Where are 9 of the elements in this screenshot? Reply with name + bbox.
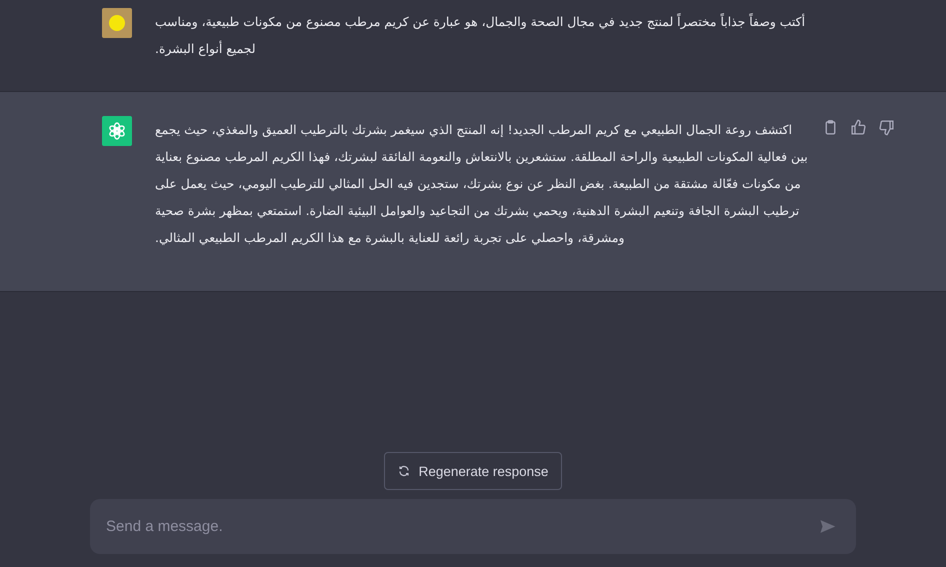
thumbs-down-icon[interactable]	[878, 119, 895, 136]
refresh-icon	[398, 465, 410, 477]
message-text: أكتب وصفاً جذاباً مختصراً لمنتج جديد في مجال الصحة والجمال، هو عبارة عن كريم مرطب مصنوع من مكونات طبيعية، ومناسب لجميع أنواع البشرة.	[155, 12, 806, 58]
message-field[interactable]: Send a message.	[90, 499, 856, 554]
thumbs-up-icon[interactable]	[850, 119, 867, 136]
user-avatar	[102, 8, 132, 38]
message-text: اكتشف روعة الجمال الطبيعي مع كريم المرطب الجديد! إنه المنتج الذي سيغمر بشرتك بالترطيب العميق والمغذي، حيث يجمع بين فعالية المكونات الطبيعية والراحة المطلقة. ستشعرين بالانتعاش والنعومة الفائقة لبشرتك، فهذا الكريم المرطب مصنوع بعناية من مكونات فعّالة مشتقة من الطبيعة. بغض النظر عن نوع بشرتك، ستجدين فيه الحل المثالي للترطيب اليومي، حيث يعمل على ترطيب البشرة الجافة وتنعيم البشرة الدهنية، ويحمي بشرتك من التجاعيد والعوامل البيئية الضارة. استمتعي بمظهر بشرة صحية ومشرقة، واحصلي على تجربة رائعة للعناية بالبشرة مع هذا الكريم المرطب الطبيعي المثالي.	[155, 121, 809, 247]
regenerate-button[interactable]: Regenerate response	[384, 452, 562, 490]
assistant-avatar	[102, 116, 132, 146]
